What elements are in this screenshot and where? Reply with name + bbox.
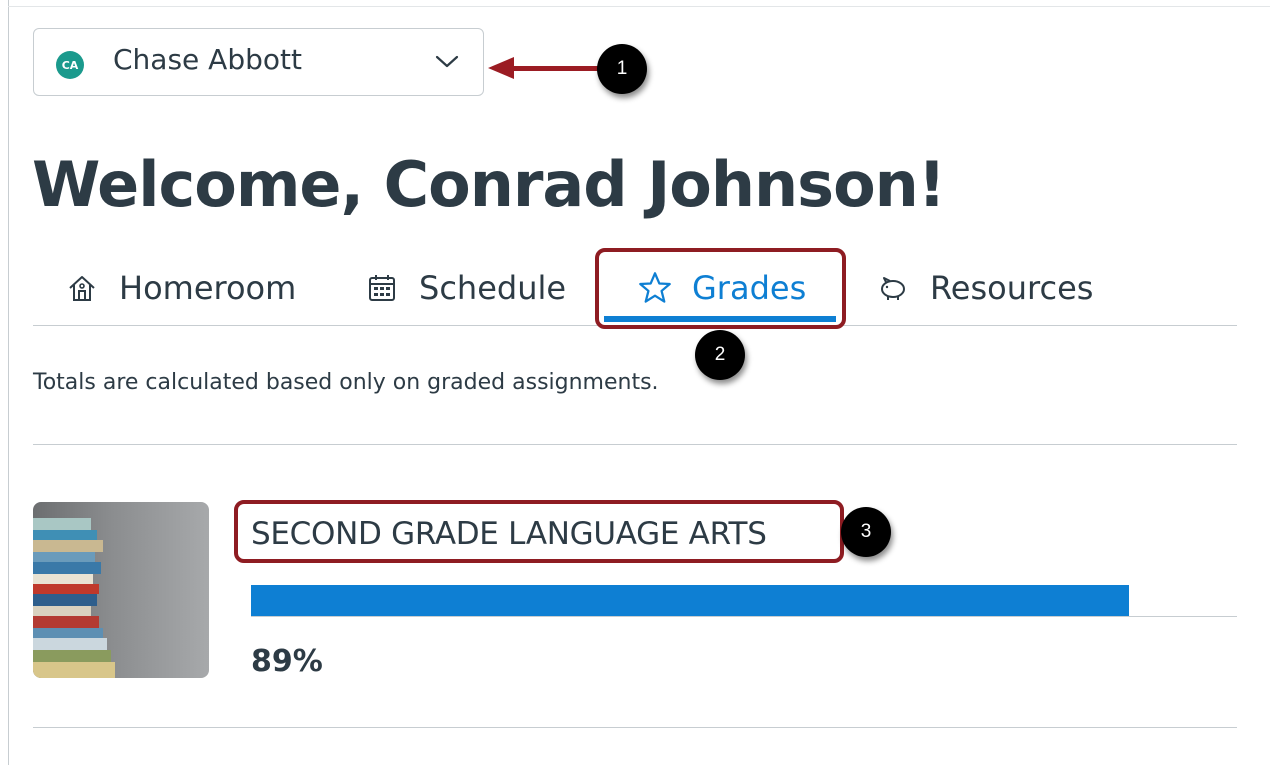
tab-label: Resources	[930, 269, 1094, 307]
frame-border-top	[8, 6, 1270, 7]
avatar: CA	[56, 51, 84, 79]
books-image	[33, 518, 115, 678]
piggy-bank-icon	[881, 277, 905, 300]
callout-1: 1	[597, 44, 647, 94]
course-title-link[interactable]: SECOND GRADE LANGUAGE ARTS	[251, 516, 767, 552]
divider	[33, 444, 1237, 445]
tab-label: Homeroom	[119, 269, 297, 307]
course-grade: 89%	[251, 644, 323, 679]
divider	[33, 727, 1237, 728]
course-image[interactable]	[33, 502, 209, 678]
callout-3: 3	[841, 507, 891, 557]
tab-label: Schedule	[419, 269, 567, 307]
tab-resources[interactable]: Resources	[878, 250, 1093, 326]
tab-homeroom[interactable]: Homeroom	[67, 250, 296, 326]
observer-name: Chase Abbott	[113, 43, 302, 76]
annotation-highlight-grades	[595, 248, 846, 329]
frame-border	[8, 0, 9, 765]
grade-progress-bar	[251, 585, 1237, 617]
grades-note: Totals are calculated based only on grad…	[33, 370, 659, 395]
page-title: Welcome, Conrad Johnson!	[32, 148, 946, 221]
annotation-arrow-line	[510, 66, 598, 71]
chevron-down-icon	[435, 55, 459, 68]
grade-progress-fill	[251, 585, 1129, 616]
tab-schedule[interactable]: Schedule	[367, 250, 566, 326]
home-icon	[69, 276, 95, 301]
callout-2: 2	[695, 330, 745, 380]
observer-select[interactable]: CA Chase Abbott	[33, 28, 484, 96]
calendar-icon	[369, 275, 395, 301]
